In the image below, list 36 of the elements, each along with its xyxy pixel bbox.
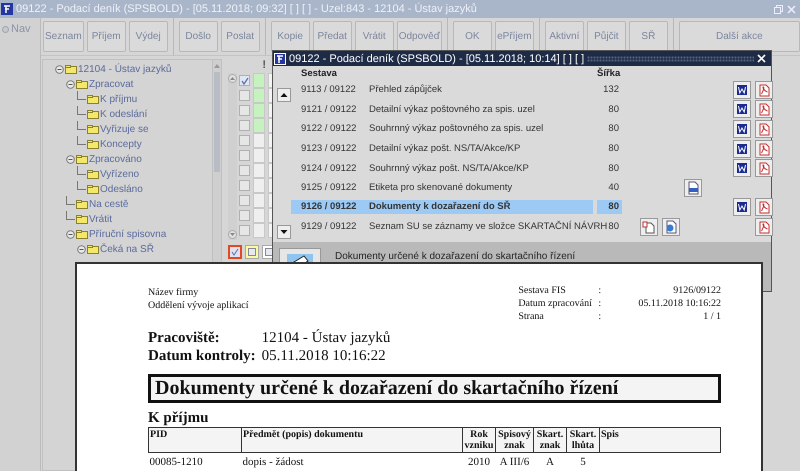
table-cell: dopis - žádost [242,452,462,471]
section-heading: K příjmu [148,409,210,427]
column-header: ! [261,59,267,73]
column-header: Skart. znak [534,428,566,452]
separator-text: : [598,310,602,323]
column-header: Skart. lhůta [566,428,600,452]
dialog-title: 09122 - Podací deník (SPSBOLD) - [05.11.2018; 10:14] [ ] [ ] [289,52,584,64]
table-cell: 2010 [462,452,496,471]
meta-label: Sestava FIS [518,284,567,297]
info-label: Pracoviště: [148,329,221,347]
table-cell: 5 [566,452,600,471]
meta-label: Strana [518,310,545,323]
info-value: 05.11.2018 10:16:22 [262,347,387,365]
table-cell: A [534,452,566,471]
company-text: Název firmy [148,286,200,299]
meta-value: 1 / 1 [702,310,721,323]
meta-value: 9126/09122 [672,284,721,297]
column-header: Spis [600,428,720,452]
report-description: Dokumenty určené k dozařazení do skartačního řízení [335,251,576,262]
column-header: Rok vzniku [462,428,496,452]
column-header: Spisový znak [496,428,534,452]
column-header: Sestava [300,68,338,78]
meta-label: Datum zpracování [518,297,593,310]
company-text: Oddělení vývoje aplikací [148,299,249,312]
column-header: Šířka [597,68,622,78]
report-title: Dokumenty určené k dozařazení do skartačního řízení [148,374,721,403]
window-title: 09122 - Podací deník (SPSBOLD) - [05.11.2018; 09:32] [ ] [ ] - Uzel:843 - 12104 - Ústav jazyků [16,3,477,15]
separator-text: : [598,284,602,297]
info-value: 12104 - Ústav jazyků [262,329,392,347]
table-cell: 00085-1210 [148,452,242,471]
separator-text: : [598,297,602,310]
column-header: Předmět (popis) dokumentu [242,428,462,452]
table-cell: A III/6 [496,452,534,471]
column-header: PID [148,428,242,452]
info-label: Datum kontroly: [148,347,256,365]
meta-value: 05.11.2018 10:16:22 [638,297,721,310]
